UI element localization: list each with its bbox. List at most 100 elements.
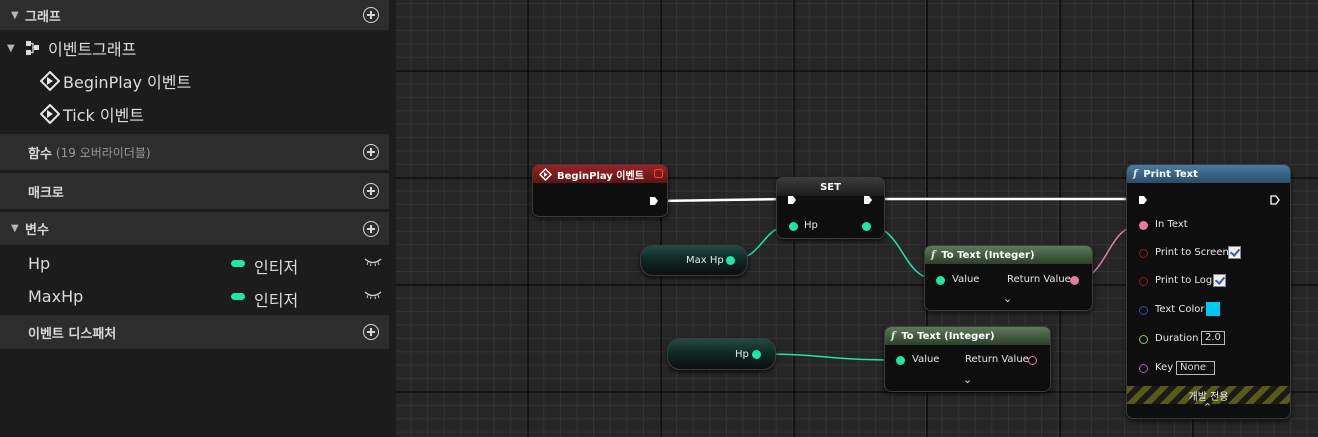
sidebar-item-beginplay[interactable]: BeginPlay 이벤트 bbox=[0, 69, 389, 93]
graph-icon bbox=[26, 41, 39, 55]
pin-label: Return Value bbox=[1007, 274, 1071, 285]
text-color-swatch[interactable] bbox=[1206, 302, 1220, 316]
function-icon: f bbox=[891, 330, 896, 342]
event-icon bbox=[40, 104, 60, 124]
collapse-arrow-icon[interactable]: ▼ bbox=[11, 223, 25, 234]
exec-output-pin[interactable] bbox=[649, 196, 659, 206]
functions-override-count: (19 오버라이더블) bbox=[55, 145, 151, 160]
tick-event-label: Tick 이벤트 bbox=[63, 106, 145, 125]
exec-output-pin[interactable] bbox=[863, 195, 873, 205]
getter-label: Hp bbox=[735, 349, 749, 360]
beginplay-event-label: BeginPlay 이벤트 bbox=[63, 73, 192, 92]
dispatchers-section-header[interactable]: 이벤트 디스패처 bbox=[0, 315, 389, 349]
variable-row-maxhp[interactable]: MaxHp 인티저 bbox=[0, 287, 389, 310]
key-pin[interactable] bbox=[1139, 364, 1148, 373]
event-icon bbox=[40, 71, 60, 91]
node-header: f To Text (Integer) bbox=[885, 327, 1050, 345]
node-header: f To Text (Integer) bbox=[925, 246, 1092, 264]
return-value-output-pin[interactable] bbox=[1028, 356, 1037, 365]
variable-row-hp[interactable]: Hp 인티저 bbox=[0, 254, 389, 277]
duration-pin[interactable] bbox=[1139, 335, 1148, 344]
return-value-output-pin[interactable] bbox=[1070, 276, 1079, 285]
add-variable-button[interactable] bbox=[363, 221, 379, 237]
variable-name: Hp bbox=[28, 254, 51, 273]
event-graph-label: 이벤트그래프 bbox=[48, 40, 137, 59]
pin-label: Return Value bbox=[965, 354, 1029, 365]
exec-output-pin[interactable] bbox=[1270, 195, 1280, 205]
getter-label: Max Hp bbox=[686, 255, 724, 266]
print-text-node[interactable]: f Print Text In Text Print to Screen Pri… bbox=[1126, 164, 1291, 419]
integer-type-pill-icon bbox=[231, 260, 245, 267]
chevron-down-icon[interactable]: ⌄ bbox=[963, 373, 972, 386]
hp-input-pin[interactable] bbox=[789, 222, 798, 231]
visibility-eye-icon[interactable] bbox=[364, 257, 382, 267]
hp-output-pin[interactable] bbox=[752, 350, 761, 359]
exec-input-pin[interactable] bbox=[1138, 195, 1148, 205]
print-to-log-checkbox[interactable] bbox=[1213, 274, 1226, 287]
event-icon bbox=[539, 167, 552, 181]
pin-label: In Text bbox=[1155, 219, 1188, 230]
to-text-integer-node[interactable]: f To Text (Integer) Value Return Value ⌄ bbox=[884, 326, 1051, 392]
hp-output-pin[interactable] bbox=[862, 222, 871, 231]
value-input-pin[interactable] bbox=[896, 356, 905, 365]
function-icon: f bbox=[931, 249, 936, 261]
variables-section-header[interactable]: ▼ 변수 bbox=[0, 212, 389, 245]
my-blueprint-panel: ▼ 그래프 ▼ 이벤트그래프 BeginPlay 이벤트 Tick 이벤트 함수… bbox=[0, 0, 396, 437]
sidebar-item-tick[interactable]: Tick 이벤트 bbox=[0, 102, 389, 126]
value-input-pin[interactable] bbox=[936, 276, 945, 285]
pin-label: Hp bbox=[804, 220, 818, 231]
pin-label: Text Color bbox=[1155, 304, 1205, 315]
beginplay-event-node[interactable]: BeginPlay 이벤트 bbox=[532, 164, 668, 217]
variable-name: MaxHp bbox=[28, 287, 84, 306]
node-title: Print Text bbox=[1143, 168, 1198, 180]
macros-section-title: 매크로 bbox=[28, 185, 64, 201]
dispatchers-section-title: 이벤트 디스패처 bbox=[28, 326, 117, 342]
to-text-integer-node[interactable]: f To Text (Integer) Value Return Value ⌄ bbox=[924, 245, 1093, 311]
maxhp-getter-node[interactable]: Max Hp bbox=[640, 245, 748, 276]
print-to-screen-checkbox[interactable] bbox=[1228, 246, 1241, 259]
variables-section-title: 변수 bbox=[25, 223, 49, 238]
node-title: BeginPlay 이벤트 bbox=[557, 170, 644, 182]
maxhp-output-pin[interactable] bbox=[726, 256, 735, 265]
hp-getter-node[interactable]: Hp bbox=[667, 338, 776, 370]
print-to-screen-pin[interactable] bbox=[1139, 249, 1148, 258]
pin-label: Duration bbox=[1155, 333, 1199, 344]
chevron-up-icon[interactable]: ⌃ bbox=[1203, 401, 1212, 414]
node-header: SET bbox=[777, 178, 884, 196]
in-text-pin[interactable] bbox=[1139, 221, 1148, 230]
pin-label: Print to Screen bbox=[1155, 247, 1229, 258]
node-title: To Text (Integer) bbox=[901, 330, 995, 342]
pin-label: Key bbox=[1155, 362, 1174, 373]
add-graph-button[interactable] bbox=[363, 7, 379, 23]
integer-type-pill-icon bbox=[231, 293, 245, 300]
pin-label: Value bbox=[952, 274, 980, 285]
variable-type: 인티저 bbox=[254, 291, 299, 310]
function-icon: f bbox=[1133, 168, 1138, 180]
pin-label: Print to Log bbox=[1155, 275, 1213, 286]
delegate-pin-icon[interactable] bbox=[654, 169, 663, 178]
add-macro-button[interactable] bbox=[363, 183, 379, 199]
text-color-pin[interactable] bbox=[1139, 306, 1148, 315]
expand-arrow-icon[interactable]: ▼ bbox=[7, 43, 25, 54]
add-dispatcher-button[interactable] bbox=[363, 324, 379, 340]
functions-section-title: 함수 bbox=[28, 146, 52, 162]
macros-section-header[interactable]: 매크로 bbox=[0, 173, 389, 209]
set-hp-node[interactable]: SET Hp bbox=[776, 177, 885, 239]
visibility-eye-icon[interactable] bbox=[364, 290, 382, 300]
node-header: f Print Text bbox=[1127, 165, 1290, 183]
variable-type: 인티저 bbox=[254, 258, 299, 277]
node-title: SET bbox=[820, 181, 841, 193]
add-function-button[interactable] bbox=[363, 144, 379, 160]
print-to-log-pin[interactable] bbox=[1139, 277, 1148, 286]
key-field[interactable]: None bbox=[1176, 361, 1215, 375]
graphs-section-header[interactable]: ▼ 그래프 bbox=[0, 0, 389, 30]
chevron-down-icon[interactable]: ⌄ bbox=[1003, 292, 1012, 305]
graphs-section-title: 그래프 bbox=[25, 9, 61, 25]
sidebar-item-event-graph[interactable]: ▼ 이벤트그래프 bbox=[0, 36, 389, 60]
duration-field[interactable]: 2.0 bbox=[1201, 331, 1225, 345]
functions-section-header[interactable]: 함수 (19 오버라이더블) bbox=[0, 134, 389, 170]
node-title: To Text (Integer) bbox=[941, 249, 1035, 261]
exec-input-pin[interactable] bbox=[787, 195, 797, 205]
collapse-arrow-icon[interactable]: ▼ bbox=[11, 10, 25, 21]
node-header: BeginPlay 이벤트 bbox=[533, 165, 667, 183]
